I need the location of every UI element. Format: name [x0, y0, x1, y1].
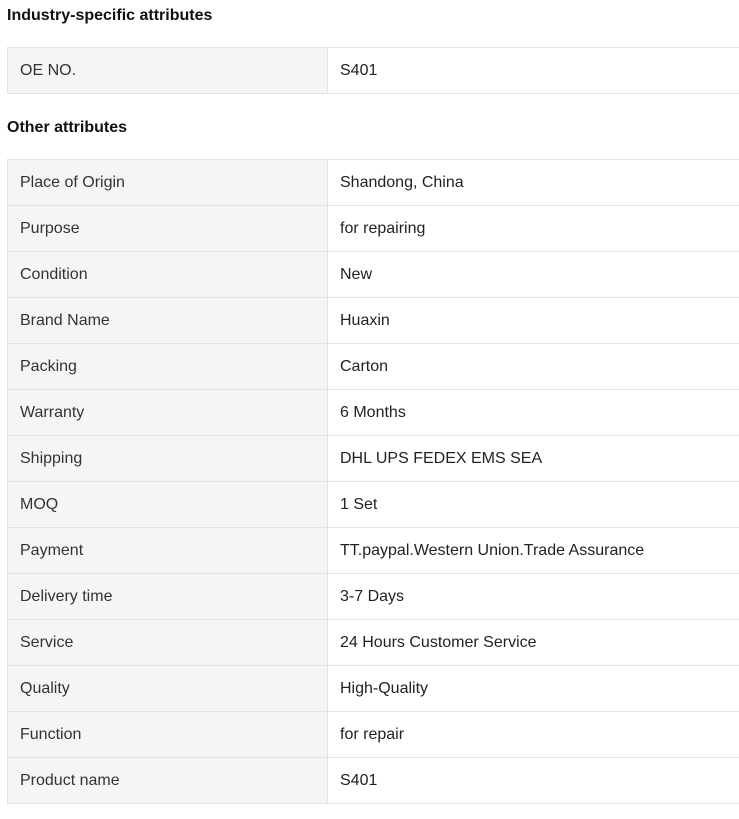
attribute-label: OE NO. — [7, 47, 328, 94]
attribute-row-service: Service 24 Hours Customer Service — [7, 619, 739, 666]
industry-attributes-table: OE NO. S401 — [7, 47, 739, 94]
attribute-row-payment: Payment TT.paypal.Western Union.Trade As… — [7, 527, 739, 574]
attribute-label: Warranty — [7, 389, 328, 436]
attribute-value: for repairing — [327, 205, 739, 252]
attribute-value: 1 Set — [327, 481, 739, 528]
industry-attributes-heading: Industry-specific attributes — [7, 7, 213, 24]
attribute-label: Packing — [7, 343, 328, 390]
attribute-label: Payment — [7, 527, 328, 574]
attribute-row-moq: MOQ 1 Set — [7, 481, 739, 528]
attribute-value: 24 Hours Customer Service — [327, 619, 739, 666]
attribute-label: Product name — [7, 757, 328, 804]
attribute-label: Condition — [7, 251, 328, 298]
attribute-label: Brand Name — [7, 297, 328, 344]
attribute-row-oe-no: OE NO. S401 — [7, 47, 739, 94]
attribute-row-function: Function for repair — [7, 711, 739, 758]
attribute-value: for repair — [327, 711, 739, 758]
attribute-value: New — [327, 251, 739, 298]
attribute-row-product-name: Product name S401 — [7, 757, 739, 804]
attribute-row-shipping: Shipping DHL UPS FEDEX EMS SEA — [7, 435, 739, 482]
attribute-label: Function — [7, 711, 328, 758]
attribute-value: DHL UPS FEDEX EMS SEA — [327, 435, 739, 482]
attribute-row-place-of-origin: Place of Origin Shandong, China — [7, 159, 739, 206]
attribute-value: Carton — [327, 343, 739, 390]
attribute-row-quality: Quality High-Quality — [7, 665, 739, 712]
attribute-label: MOQ — [7, 481, 328, 528]
other-attributes-heading: Other attributes — [7, 119, 128, 136]
attribute-label: Purpose — [7, 205, 328, 252]
attribute-value: TT.paypal.Western Union.Trade Assurance — [327, 527, 739, 574]
attribute-value: 6 Months — [327, 389, 739, 436]
attribute-row-packing: Packing Carton — [7, 343, 739, 390]
attribute-label: Place of Origin — [7, 159, 328, 206]
attribute-value: Huaxin — [327, 297, 739, 344]
attribute-label: Shipping — [7, 435, 328, 482]
attribute-value: S401 — [327, 757, 739, 804]
attribute-row-condition: Condition New — [7, 251, 739, 298]
attribute-label: Delivery time — [7, 573, 328, 620]
attribute-label: Quality — [7, 665, 328, 712]
attribute-row-brand-name: Brand Name Huaxin — [7, 297, 739, 344]
attribute-row-warranty: Warranty 6 Months — [7, 389, 739, 436]
attribute-value: High-Quality — [327, 665, 739, 712]
attribute-label: Service — [7, 619, 328, 666]
other-attributes-table: Place of Origin Shandong, China Purpose … — [7, 159, 739, 804]
attribute-value: S401 — [327, 47, 739, 94]
attribute-row-delivery-time: Delivery time 3-7 Days — [7, 573, 739, 620]
attribute-row-purpose: Purpose for repairing — [7, 205, 739, 252]
attribute-value: 3-7 Days — [327, 573, 739, 620]
attribute-value: Shandong, China — [327, 159, 739, 206]
